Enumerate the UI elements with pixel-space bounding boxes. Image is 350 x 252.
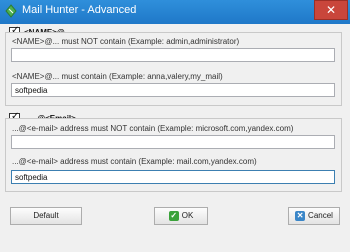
cross-icon: ✕ bbox=[295, 210, 306, 221]
default-button[interactable]: Default bbox=[10, 207, 82, 225]
email-not-contain-label: ...@<e-mail> address must NOT contain (E… bbox=[12, 124, 294, 133]
name-contain-label: <NAME>@... must contain (Example: anna,v… bbox=[12, 72, 223, 81]
name-contain-input[interactable] bbox=[11, 83, 335, 97]
cancel-button[interactable]: ✕ Cancel bbox=[288, 207, 340, 225]
close-button[interactable]: ✕ bbox=[314, 0, 348, 20]
title-bar[interactable]: Mail Hunter - Advanced ✕ bbox=[0, 0, 350, 24]
default-button-label: Default bbox=[33, 211, 59, 220]
checkmark-icon: ✓ bbox=[168, 210, 179, 221]
name-not-contain-label: <NAME>@... must NOT contain (Example: ad… bbox=[12, 37, 240, 46]
ok-button[interactable]: ✓ OK bbox=[154, 207, 208, 225]
name-not-contain-input[interactable] bbox=[11, 48, 335, 62]
cancel-button-label: Cancel bbox=[308, 211, 333, 220]
ok-button-label: OK bbox=[181, 211, 194, 220]
email-contain-label: ...@<e-mail> address must contain (Examp… bbox=[12, 157, 257, 166]
mail-hunter-icon bbox=[5, 4, 17, 18]
window-title: Mail Hunter - Advanced bbox=[22, 4, 137, 16]
close-icon: ✕ bbox=[325, 3, 337, 17]
email-contain-input[interactable] bbox=[11, 170, 335, 184]
email-not-contain-input[interactable] bbox=[11, 135, 335, 149]
